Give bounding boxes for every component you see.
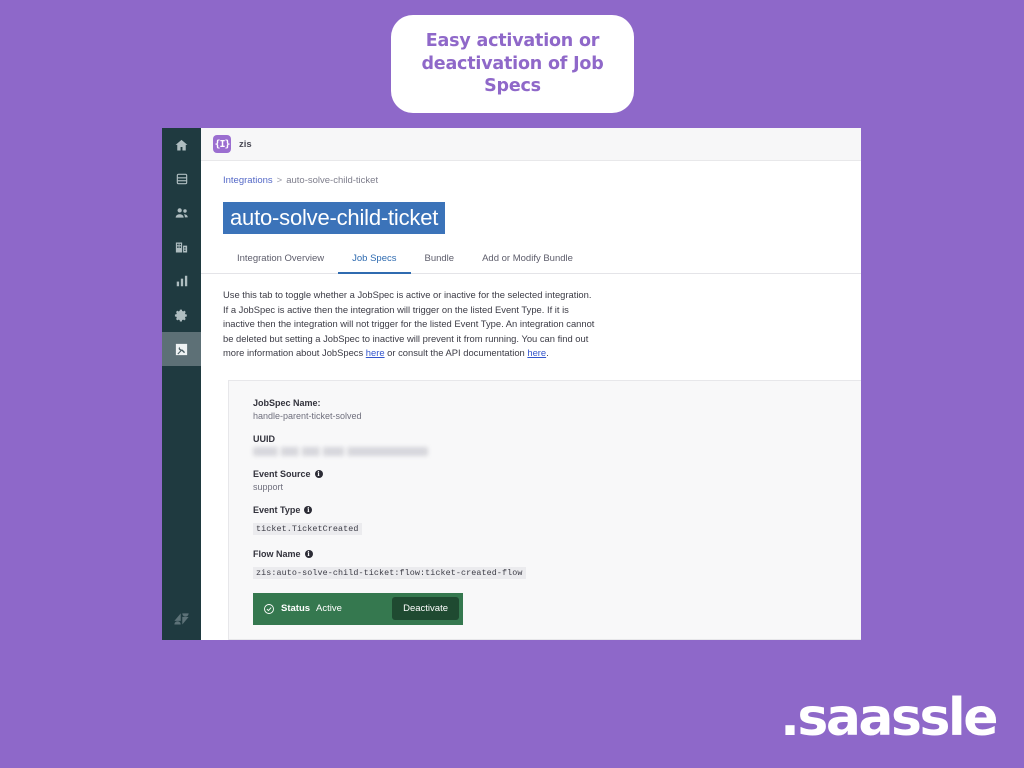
event-source-value: support (253, 481, 284, 492)
tab-description: Use this tab to toggle whether a JobSpec… (201, 274, 621, 361)
description-part3: . (546, 347, 549, 359)
jobspec-name-label: JobSpec Name: (253, 397, 321, 408)
page-title: auto-solve-child-ticket (223, 202, 446, 235)
uuid-value (253, 446, 428, 456)
event-source-label-text: Event Source (253, 468, 311, 479)
tab-bundle[interactable]: Bundle (411, 247, 469, 274)
api-documentation-link[interactable]: here (527, 347, 546, 358)
status-label: Status (281, 603, 311, 615)
sidebar-item-people[interactable] (162, 196, 201, 230)
top-bar: {I} zis (201, 128, 861, 161)
breadcrumb-current: auto-solve-child-ticket (286, 175, 379, 186)
bar-chart-icon (175, 274, 189, 288)
status-value: Active (316, 603, 342, 615)
callout-text: Easy activation or deactivation of Job S… (421, 31, 604, 97)
gear-icon (174, 308, 189, 323)
tab-bar: Integration Overview Job Specs Bundle Ad… (201, 247, 861, 275)
callout-banner: Easy activation or deactivation of Job S… (391, 15, 634, 113)
event-type-label-text: Event Type (253, 504, 301, 515)
zendesk-logo-icon (172, 609, 191, 633)
database-icon (175, 172, 189, 186)
description-part2: or consult the API documentation (384, 347, 528, 359)
breadcrumb-separator: > (276, 175, 283, 186)
sidebar-item-integrations[interactable] (162, 332, 201, 366)
field-event-type: Event Type i ticket.TicketCreated (253, 505, 861, 536)
app-window: {I} zis Integrations > auto-solve-child-ti… (162, 128, 861, 640)
info-icon[interactable]: i (304, 505, 313, 514)
breadcrumb: Integrations > auto-solve-child-ticket (201, 175, 861, 186)
status-bar: Status Active Deactivate (253, 592, 463, 625)
event-type-label: Event Type i (253, 505, 861, 515)
main-area: {I} zis Integrations > auto-solve-child-ti… (201, 128, 861, 640)
content-area: Integrations > auto-solve-child-ticket aut… (201, 161, 861, 640)
page-title-wrap: auto-solve-child-ticket (201, 202, 861, 235)
field-uuid: UUID (253, 434, 861, 456)
saassle-watermark: .saassle (780, 688, 998, 748)
zis-app-mark-icon: {I} (213, 135, 231, 153)
tab-job-specs[interactable]: Job Specs (338, 247, 411, 275)
field-jobspec-name: JobSpec Name: handle-parent-ticket-solve… (253, 398, 861, 421)
flow-name-value: zis:auto-solve-child-ticket:flow:ticket-… (253, 566, 526, 579)
wrench-icon (174, 342, 189, 357)
check-circle-icon (263, 603, 275, 615)
uuid-label: UUID (253, 433, 275, 444)
breadcrumb-integrations-link[interactable]: Integrations (223, 175, 273, 186)
event-source-label: Event Source i (253, 469, 861, 479)
field-event-source: Event Source i support (253, 469, 861, 492)
sidebar (162, 128, 201, 640)
zendesk-logo (162, 602, 201, 640)
building-icon (174, 240, 189, 255)
flow-name-label: Flow Name i (253, 549, 861, 559)
tab-integration-overview[interactable]: Integration Overview (223, 247, 338, 274)
jobspec-name-value: handle-parent-ticket-solved (253, 410, 362, 421)
deactivate-button[interactable]: Deactivate (392, 597, 459, 621)
sidebar-item-reporting[interactable] (162, 264, 201, 298)
info-icon[interactable]: i (314, 469, 323, 478)
jobspec-card: JobSpec Name: handle-parent-ticket-solve… (228, 379, 861, 640)
field-flow-name: Flow Name i zis:auto-solve-child-ticket:… (253, 549, 861, 580)
jobspecs-help-link[interactable]: here (366, 347, 385, 358)
flow-name-label-text: Flow Name (253, 548, 301, 559)
people-icon (174, 205, 190, 221)
tab-add-or-modify-bundle[interactable]: Add or Modify Bundle (468, 247, 587, 274)
sidebar-item-home[interactable] (162, 128, 201, 162)
sidebar-item-organizations[interactable] (162, 230, 201, 264)
info-icon[interactable]: i (304, 549, 313, 558)
sidebar-item-settings[interactable] (162, 298, 201, 332)
zis-app-name: zis (239, 138, 252, 150)
home-icon (174, 138, 189, 153)
event-type-value: ticket.TicketCreated (253, 522, 362, 535)
sidebar-item-objects[interactable] (162, 162, 201, 196)
